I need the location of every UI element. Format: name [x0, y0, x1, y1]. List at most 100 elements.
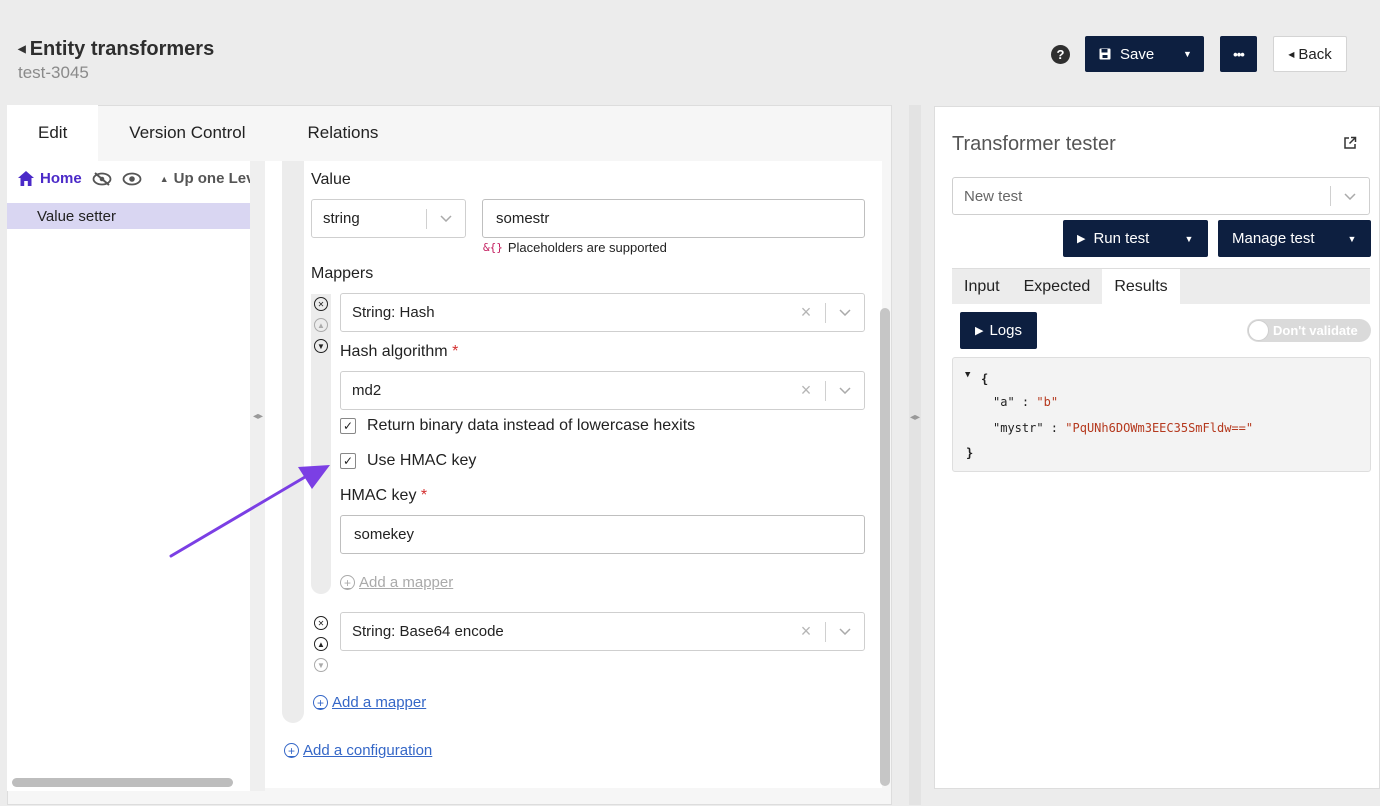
tab-expected[interactable]: Expected: [1012, 269, 1103, 304]
manage-test-label: Manage test: [1232, 230, 1315, 247]
logs-button[interactable]: ▶ Logs: [960, 312, 1037, 349]
remove-mapper-icon[interactable]: ✕: [314, 616, 328, 630]
help-icon[interactable]: ?: [1051, 45, 1070, 64]
manage-options-chevron-icon[interactable]: ▼: [1333, 234, 1371, 244]
tree-item-value-setter[interactable]: Value setter: [7, 203, 250, 229]
value-type-text: string: [323, 210, 360, 227]
test-select-text: New test: [964, 187, 1023, 205]
tree-up-one-level[interactable]: ▲ Up one Lev: [160, 170, 255, 187]
move-down-icon[interactable]: ▼: [314, 658, 328, 672]
external-link-icon[interactable]: [1343, 136, 1357, 150]
play-icon: ▶: [975, 325, 984, 337]
tree-home-link[interactable]: Home: [18, 170, 82, 187]
add-nested-mapper-link[interactable]: + Add a mapper: [340, 574, 453, 591]
mapper-select-base64-text: String: Base64 encode: [352, 623, 504, 640]
toggle-knob[interactable]: [1248, 320, 1269, 341]
add-mapper-link[interactable]: + Add a mapper: [313, 694, 426, 711]
run-options-chevron-icon[interactable]: ▼: [1170, 234, 1208, 244]
use-hmac-label: Use HMAC key: [367, 452, 477, 469]
mapper-select-base64[interactable]: String: Base64 encode ×: [340, 612, 865, 651]
editor-vertical-scrollbar[interactable]: [880, 308, 890, 786]
hmac-key-input[interactable]: somekey: [340, 515, 865, 554]
eye-slash-icon[interactable]: [92, 171, 112, 186]
tab-relations[interactable]: Relations: [277, 105, 410, 161]
json-line-a: "a" : "b": [993, 395, 1059, 409]
page-title-text: Entity transformers: [29, 38, 215, 60]
back-button-label: Back: [1298, 45, 1332, 63]
clear-icon[interactable]: ×: [787, 380, 825, 401]
back-button[interactable]: ◀ Back: [1273, 36, 1347, 72]
run-test-button[interactable]: ▶ Run test: [1063, 230, 1170, 247]
home-icon: [18, 171, 34, 186]
json-key: "mystr": [993, 421, 1044, 435]
test-select[interactable]: New test: [952, 177, 1370, 215]
remove-mapper-icon[interactable]: ✕: [314, 297, 328, 311]
binary-data-label: Return binary data instead of lowercase …: [367, 417, 696, 434]
add-mapper-label: Add a mapper: [332, 694, 427, 711]
chevron-down-icon: [1331, 192, 1369, 200]
results-json: ▼ { "a" : "b" "mystr" : "PqUNh6DOWm3EEC3…: [952, 357, 1371, 472]
page-title[interactable]: ◀ Entity transformers: [18, 38, 214, 61]
eye-icon[interactable]: [122, 172, 142, 186]
more-options-button[interactable]: •••: [1220, 36, 1257, 72]
value-input[interactable]: somestr: [482, 199, 865, 238]
add-configuration-label: Add a configuration: [303, 742, 433, 759]
json-value: "b": [1036, 395, 1059, 409]
page-subtitle: test-3045: [18, 63, 89, 82]
checkmark-icon[interactable]: ✓: [340, 418, 356, 434]
use-hmac-checkbox[interactable]: ✓ Use HMAC key: [340, 452, 476, 470]
configuration-bar: [282, 161, 304, 723]
json-line-mystr: "mystr" : "PqUNh6DOWm3EEC35SmFldw==": [993, 421, 1254, 435]
move-down-icon[interactable]: ▼: [314, 339, 328, 353]
move-up-icon[interactable]: ▲: [314, 637, 328, 651]
required-mark: *: [452, 343, 459, 360]
tab-input[interactable]: Input: [952, 269, 1012, 304]
placeholder-hint-text: Placeholders are supported: [507, 240, 667, 255]
placeholder-icon: &{}: [483, 241, 503, 254]
tree-home-label: Home: [40, 170, 82, 187]
tab-edit[interactable]: Edit: [7, 105, 99, 161]
tree-toolbar: Home ▲ Up one Lev: [18, 170, 254, 187]
hash-algorithm-label-text: Hash algorithm: [340, 343, 448, 360]
editor-tabs: Edit Version Control Relations: [7, 105, 409, 161]
mapper-select-hash[interactable]: String: Hash ×: [340, 293, 865, 332]
collapse-triangle-icon[interactable]: ▼: [965, 370, 970, 380]
save-button-label: Save: [1120, 45, 1155, 63]
hmac-key-label-text: HMAC key: [340, 487, 417, 504]
save-button[interactable]: Save: [1085, 36, 1171, 72]
mappers-label: Mappers: [311, 265, 374, 282]
tester-title: Transformer tester: [952, 133, 1116, 155]
validate-toggle[interactable]: Don't validate: [1247, 319, 1371, 342]
annotation-arrow-icon: [169, 465, 330, 558]
panel-splitter[interactable]: ◂▸: [909, 105, 921, 805]
required-mark: *: [420, 487, 428, 504]
clear-icon[interactable]: ×: [787, 302, 825, 323]
drag-handle-icon: ◂▸: [253, 411, 264, 422]
mapper-select-hash-text: String: Hash: [352, 304, 435, 321]
save-options-chevron-icon[interactable]: ▼: [1171, 36, 1204, 72]
value-type-select[interactable]: string: [311, 199, 466, 238]
chevron-down-icon: [826, 387, 864, 394]
manage-test-button-group: Manage test ▼: [1218, 220, 1371, 257]
plus-circle-icon: +: [340, 575, 355, 590]
clear-icon[interactable]: ×: [787, 621, 825, 642]
play-icon: ▶: [1077, 233, 1086, 245]
value-label: Value: [311, 171, 351, 188]
drag-handle-icon: ◂▸: [910, 412, 921, 423]
chevron-down-icon: [427, 215, 465, 222]
json-value: "PqUNh6DOWm3EEC35SmFldw==": [1065, 421, 1254, 435]
hash-algorithm-text: md2: [352, 382, 382, 399]
tab-version-control[interactable]: Version Control: [98, 105, 276, 161]
manage-test-button[interactable]: Manage test: [1218, 230, 1333, 247]
run-test-button-group: ▶ Run test ▼: [1063, 220, 1208, 257]
tester-tabs: Input Expected Results: [952, 268, 1370, 304]
back-caret-icon: ◀: [18, 44, 26, 55]
hash-algorithm-select[interactable]: md2 ×: [340, 371, 865, 410]
binary-data-checkbox[interactable]: ✓ Return binary data instead of lowercas…: [340, 417, 695, 435]
tree-horizontal-scrollbar[interactable]: [12, 778, 233, 787]
hmac-key-label: HMAC key *: [340, 487, 427, 505]
checkmark-icon[interactable]: ✓: [340, 453, 356, 469]
tab-results[interactable]: Results: [1102, 269, 1180, 304]
move-up-icon[interactable]: ▲: [314, 318, 328, 332]
add-configuration-link[interactable]: + Add a configuration: [284, 742, 432, 759]
